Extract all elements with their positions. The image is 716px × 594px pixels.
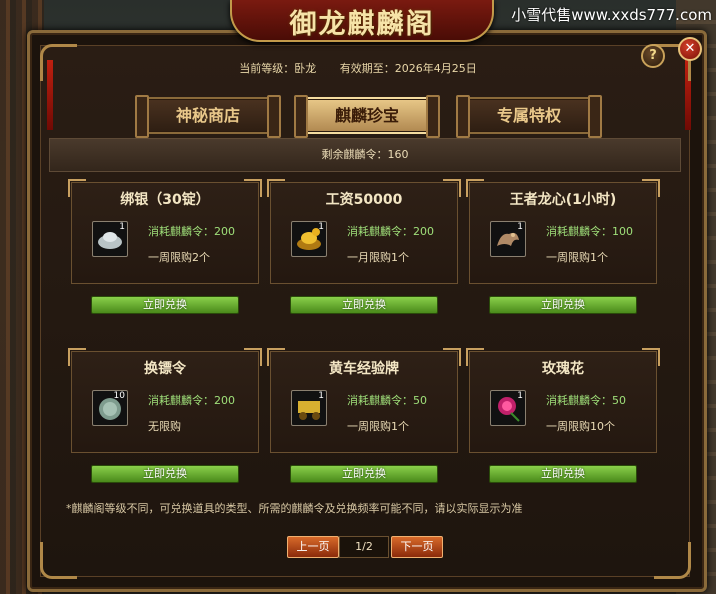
item-count: 10: [113, 391, 125, 401]
item-card: 王者龙心(1小时) 1 消耗麒麟令：100 一周限购1个: [466, 179, 660, 284]
escort-token-icon[interactable]: 10: [92, 390, 128, 426]
item-count: 1: [318, 391, 324, 401]
tab-mystery-shop[interactable]: 神秘商店: [135, 95, 281, 138]
item-name: 工资50000: [325, 192, 403, 208]
item-card: 玫瑰花 1 消耗麒麟令：50 一周限购10个: [466, 348, 660, 453]
item-card: 换镖令 10 消耗麒麟令：200 无限购: [68, 348, 262, 453]
item-limit: 一周限购10个: [546, 420, 615, 433]
status-line: 当前等级：卧龙 有效期至：2026年4月25日: [0, 60, 716, 76]
item-limit: 一月限购1个: [347, 251, 409, 264]
gold-ingot-icon[interactable]: 1: [291, 221, 327, 257]
item-limit: 一周限购1个: [347, 420, 409, 433]
item-cost: 消耗麒麟令：100: [546, 225, 633, 238]
item-name: 绑银（30锭）: [120, 192, 210, 208]
item-name: 换镖令: [144, 361, 186, 377]
window-title: 御龙麒麟阁: [289, 9, 435, 40]
item-name: 玫瑰花: [542, 361, 584, 377]
title-banner: 御龙麒麟阁: [230, 0, 494, 42]
remaining-tokens: 剩余麒麟令：160: [49, 138, 681, 172]
prev-page-button[interactable]: 上一页: [287, 536, 339, 558]
item-cost: 消耗麒麟令：200: [148, 225, 235, 238]
item-cost: 消耗麒麟令：50: [546, 394, 626, 407]
item-limit: 无限购: [148, 420, 181, 433]
item-cost: 消耗麒麟令：200: [347, 225, 434, 238]
rose-icon[interactable]: 1: [490, 390, 526, 426]
exchange-button[interactable]: 立即兑换: [489, 465, 637, 483]
yellow-cart-exp-icon[interactable]: 1: [291, 390, 327, 426]
footnote: *麒麟阁等级不同，可兑换道具的类型、所需的麒麟令及兑换频率可能不同，请以实际显示…: [66, 502, 523, 515]
item-count: 1: [517, 391, 523, 401]
next-page-button[interactable]: 下一页: [391, 536, 443, 558]
level-label: 当前等级：卧龙: [239, 62, 317, 75]
help-button[interactable]: ?: [641, 44, 665, 68]
corner-ornament: [40, 542, 77, 579]
page-indicator: 1/2: [339, 536, 389, 558]
watermark: 小雪代售www.xxds777.com: [511, 6, 712, 24]
item-count: 1: [318, 222, 324, 232]
silver-ingot-icon[interactable]: 1: [92, 221, 128, 257]
dragon-heart-icon[interactable]: 1: [490, 221, 526, 257]
exchange-button[interactable]: 立即兑换: [91, 296, 239, 314]
item-card: 黄车经验牌 1 消耗麒麟令：50 一周限购1个: [267, 348, 461, 453]
item-cost: 消耗麒麟令：200: [148, 394, 235, 407]
item-card: 工资50000 1 消耗麒麟令：200 一月限购1个: [267, 179, 461, 284]
item-limit: 一周限购2个: [148, 251, 210, 264]
tab-qilin-treasure[interactable]: 麒麟珍宝: [294, 95, 440, 138]
item-count: 1: [119, 222, 125, 232]
item-name: 王者龙心(1小时): [509, 192, 617, 208]
item-name: 黄车经验牌: [329, 361, 399, 377]
item-count: 1: [517, 222, 523, 232]
item-card: 绑银（30锭） 1 消耗麒麟令：200 一周限购2个: [68, 179, 262, 284]
exchange-button[interactable]: 立即兑换: [489, 296, 637, 314]
item-limit: 一周限购1个: [546, 251, 608, 264]
tab-exclusive-privilege[interactable]: 专属特权: [456, 95, 602, 138]
close-button[interactable]: ✕: [678, 37, 702, 61]
exchange-button[interactable]: 立即兑换: [290, 465, 438, 483]
corner-ornament: [654, 542, 691, 579]
exchange-button[interactable]: 立即兑换: [91, 465, 239, 483]
exchange-button[interactable]: 立即兑换: [290, 296, 438, 314]
item-cost: 消耗麒麟令：50: [347, 394, 427, 407]
expiry-label: 有效期至：2026年4月25日: [339, 62, 477, 75]
